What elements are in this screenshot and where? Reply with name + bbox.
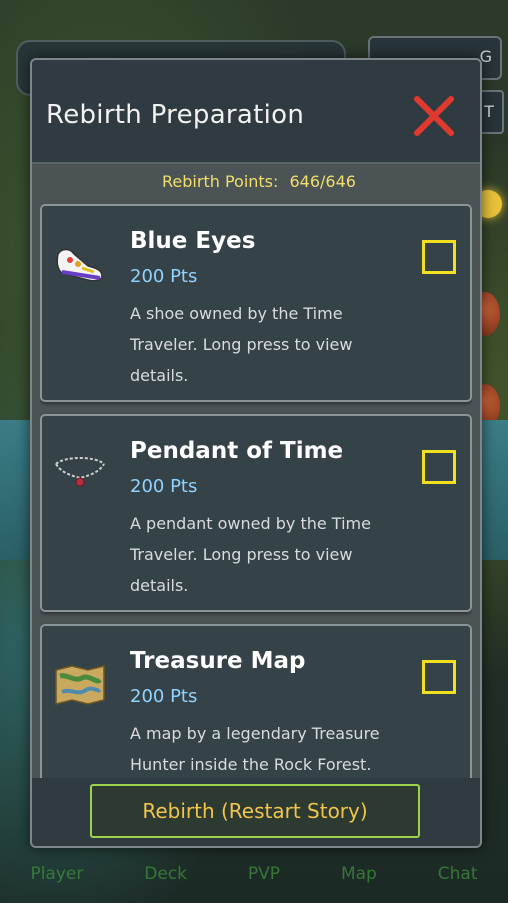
close-icon [414, 96, 454, 136]
rebirth-points-value: 646/646 [289, 172, 356, 191]
rebirth-preparation-dialog: Rebirth Preparation Rebirth Points: 646/… [30, 58, 482, 848]
shoe-icon [56, 248, 103, 282]
nav-pvp[interactable]: PVP [248, 864, 280, 884]
item-name: Treasure Map [130, 648, 306, 674]
item-checkbox[interactable] [422, 660, 456, 694]
item-points: 200 Pts [130, 476, 198, 497]
item-description: A shoe owned by the Time Traveler. Long … [130, 304, 353, 385]
item-list[interactable]: Blue Eyes 200 Pts A shoe owned by the Ti… [40, 202, 472, 778]
item-checkbox[interactable] [422, 240, 456, 274]
item-points: 200 Pts [130, 686, 198, 707]
close-button[interactable] [412, 94, 456, 138]
item-name: Blue Eyes [130, 228, 256, 254]
dialog-header: Rebirth Preparation [32, 60, 480, 164]
item-points: 200 Pts [130, 266, 198, 287]
rebirth-points-label: Rebirth Points: [162, 172, 279, 191]
item-description: A pendant owned by the Time Traveler. Lo… [130, 514, 371, 595]
nav-chat[interactable]: Chat [438, 864, 478, 884]
pendant-icon [55, 457, 105, 487]
item-card[interactable]: Treasure Map 200 Pts A map by a legendar… [40, 624, 472, 778]
rebirth-button[interactable]: Rebirth (Restart Story) [90, 784, 420, 838]
nav-deck[interactable]: Deck [144, 864, 187, 884]
map-icon [55, 665, 105, 705]
dialog-title: Rebirth Preparation [46, 100, 305, 130]
item-description: A map by a legendary Treasure Hunter ins… [130, 724, 380, 774]
nav-map[interactable]: Map [341, 864, 377, 884]
rebirth-points: Rebirth Points: 646/646 [32, 172, 480, 191]
item-name: Pendant of Time [130, 438, 344, 464]
dialog-footer: Rebirth (Restart Story) [32, 778, 480, 846]
item-checkbox[interactable] [422, 450, 456, 484]
nav-player[interactable]: Player [30, 864, 83, 884]
item-card[interactable]: Pendant of Time 200 Pts A pendant owned … [40, 414, 472, 612]
item-card[interactable]: Blue Eyes 200 Pts A shoe owned by the Ti… [40, 204, 472, 402]
bottom-nav: Player Deck PVP Map Chat [0, 845, 508, 903]
